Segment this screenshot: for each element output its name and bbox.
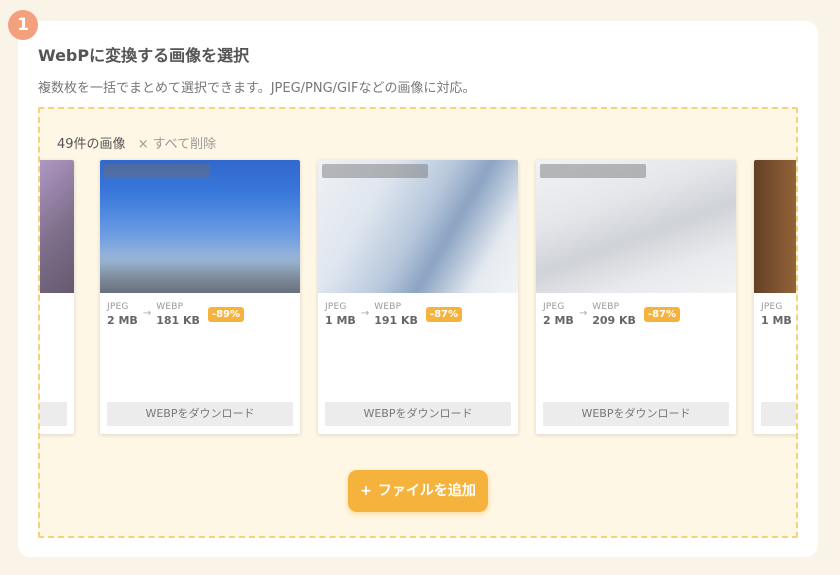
- download-webp-button[interactable]: [40, 402, 67, 426]
- image-card: JPEG 2 MB → WEBP 209 KB -87% WEBPをダウンロード: [536, 160, 736, 434]
- arrow-right-icon: →: [360, 308, 370, 319]
- target-format: WEBP: [374, 302, 402, 312]
- image-count-row: 49件の画像 × すべて削除: [57, 133, 216, 152]
- image-card: JPEG 1 MB → WEBP 191 KB -87% WEBPをダウンロード: [318, 160, 518, 434]
- source-format: JPEG: [761, 302, 783, 312]
- image-thumbnail[interactable]: [318, 160, 518, 293]
- target-size: 209 KB: [592, 314, 636, 327]
- conversion-info: JPEG 2 MB → WEBP 181 KB -89%: [107, 302, 245, 327]
- image-thumbnail[interactable]: [536, 160, 736, 293]
- file-dropzone[interactable]: 49件の画像 × すべて削除 JPEG 2 MB → WEBP 181 KB -89%: [38, 107, 798, 538]
- source-size: 1 MB: [325, 314, 356, 327]
- source-format: JPEG: [543, 302, 565, 312]
- conversion-info: JPEG 1 MB → WEBP 191 KB -87%: [325, 302, 463, 327]
- conversion-info: JPEG 1 MB: [761, 302, 792, 327]
- image-card: JPEG 2 MB → WEBP 181 KB -89% WEBPをダウンロード: [100, 160, 300, 434]
- clear-all-button[interactable]: × すべて削除: [138, 137, 216, 152]
- size-reduction-badge: -87%: [643, 307, 681, 322]
- clear-all-label: すべて削除: [152, 137, 217, 152]
- download-webp-button[interactable]: WEBPをダウンロード: [325, 402, 511, 426]
- target-format: WEBP: [156, 302, 184, 312]
- source-format: JPEG: [107, 302, 129, 312]
- size-reduction-badge: -89%: [207, 307, 245, 322]
- source-format: JPEG: [325, 302, 347, 312]
- thumbnail-filename-overlay: [540, 164, 646, 178]
- arrow-right-icon: →: [142, 308, 152, 319]
- thumbnail-filename-overlay: [104, 164, 210, 178]
- panel-title: WebPに変換する画像を選択: [38, 46, 250, 65]
- image-thumbnail[interactable]: [754, 160, 796, 293]
- thumbnail-filename-overlay: [322, 164, 428, 178]
- plus-icon: +: [360, 483, 372, 499]
- arrow-right-icon: →: [578, 308, 588, 319]
- add-file-button[interactable]: + ファイルを追加: [348, 470, 488, 512]
- download-webp-button[interactable]: [761, 402, 796, 426]
- source-size: 2 MB: [107, 314, 138, 327]
- image-thumbnail[interactable]: [100, 160, 300, 293]
- target-format: WEBP: [592, 302, 620, 312]
- step-number-badge: 1: [8, 10, 38, 40]
- conversion-info: JPEG 2 MB → WEBP 209 KB -87%: [543, 302, 681, 327]
- image-card-list: JPEG 2 MB → WEBP 181 KB -89% WEBPをダウンロード JPEG…: [40, 160, 796, 436]
- size-reduction-badge: -87%: [425, 307, 463, 322]
- image-card: JPEG 1 MB: [754, 160, 796, 434]
- image-thumbnail[interactable]: [40, 160, 74, 293]
- target-size: 181 KB: [156, 314, 200, 327]
- add-file-label: ファイルを追加: [377, 483, 476, 499]
- download-webp-button[interactable]: WEBPをダウンロード: [107, 402, 293, 426]
- upload-panel: WebPに変換する画像を選択 複数枚を一括でまとめて選択できます。JPEG/PN…: [18, 21, 818, 557]
- image-card: [40, 160, 74, 434]
- image-count-label: 49件の画像: [57, 137, 126, 152]
- target-size: 191 KB: [374, 314, 418, 327]
- source-size: 2 MB: [543, 314, 574, 327]
- download-webp-button[interactable]: WEBPをダウンロード: [543, 402, 729, 426]
- panel-description: 複数枚を一括でまとめて選択できます。JPEG/PNG/GIFなどの画像に対応。: [38, 81, 476, 96]
- close-icon: ×: [137, 137, 149, 152]
- source-size: 1 MB: [761, 314, 792, 327]
